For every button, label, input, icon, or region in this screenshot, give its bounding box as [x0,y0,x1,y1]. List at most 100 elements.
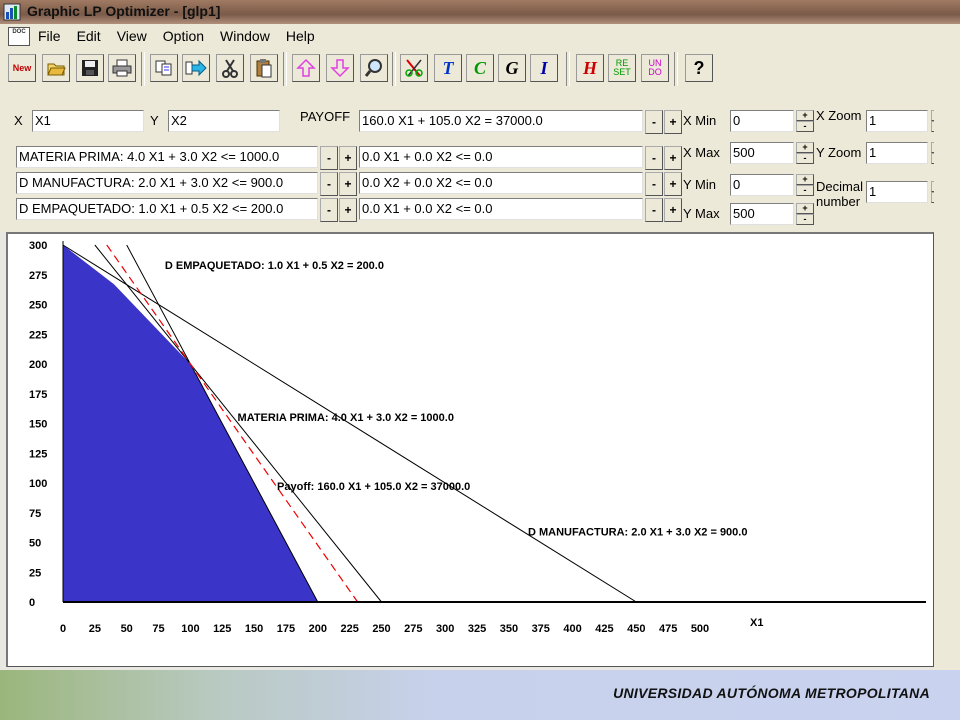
move-up-button[interactable] [292,54,320,82]
clipboard-icon [255,58,273,78]
document-icon[interactable]: DOC [8,27,30,46]
menu-file[interactable]: File [38,28,69,44]
help-h-button[interactable]: H [576,54,604,82]
range-label: Y Min [683,177,716,192]
decimal-number-input[interactable]: 1 [866,181,928,203]
y-tick-label: 150 [29,419,47,431]
extra-constraint-input[interactable]: 0.0 X1 + 0.0 X2 <= 0.0 [359,146,643,168]
controls-panel: X X1 Y X2 PAYOFF 160.0 X1 + 105.0 X2 = 3… [0,90,960,232]
menu-view[interactable]: View [117,28,155,44]
move-down-button[interactable] [326,54,354,82]
window-title: Graphic LP Optimizer - [glp1] [27,3,221,19]
range-input[interactable]: 500 [730,203,794,225]
undo-button[interactable]: UN DO [641,54,669,82]
open-folder-icon [46,59,66,77]
extra-constraint-minus-button[interactable]: - [645,198,663,222]
range-spinner[interactable]: + - [796,174,814,198]
spin-up-button[interactable]: + [796,174,814,185]
range-input[interactable]: 0 [730,174,794,196]
x-variable-input[interactable]: X1 [32,110,144,132]
payoff-input[interactable]: 160.0 X1 + 105.0 X2 = 37000.0 [359,110,643,132]
range-spinner[interactable]: + - [796,142,814,166]
constraint-minus-button[interactable]: - [320,198,338,222]
x-tick-label: 225 [340,623,358,635]
reset-label: RE SET [613,58,631,77]
range-input[interactable]: 0 [730,110,794,132]
y-tick-label: 75 [29,508,41,520]
range-label: Y Max [683,206,720,221]
graph-button[interactable]: G [498,54,526,82]
lp-graph[interactable]: D EMPAQUETADO: 1.0 X1 + 0.5 X2 = 200.0 MA… [8,234,933,666]
down-arrow-outline-icon [329,58,351,78]
extra-constraint-plus-button[interactable]: + [664,198,682,222]
spin-up-button[interactable]: + [796,142,814,153]
spin-down-button[interactable]: - [796,214,814,225]
spin-down-button[interactable]: - [796,153,814,164]
toolbar-separator [141,52,145,86]
toolbar-separator [392,52,396,86]
menu-window[interactable]: Window [220,28,278,44]
up-arrow-outline-icon [295,58,317,78]
y-zoom-input[interactable]: 1 [866,142,928,164]
save-button[interactable] [76,54,104,82]
constraint-minus-button[interactable]: - [320,146,338,170]
title-label: T [442,57,454,78]
help-q-button[interactable]: ? [685,54,713,82]
constraint-plus-button[interactable]: + [339,146,357,170]
print-button[interactable] [108,54,136,82]
extra-constraint-input[interactable]: 0.0 X2 + 0.0 X2 <= 0.0 [359,172,643,194]
toolbar-separator [674,52,678,86]
x-tick-label: 300 [436,623,454,635]
constraint-minus-button[interactable]: - [320,172,338,196]
new-button[interactable]: New [8,54,36,82]
constraint-input[interactable]: D MANUFACTURA: 2.0 X1 + 3.0 X2 <= 900.0 [16,172,318,194]
payoff-plus-button[interactable]: + [664,110,682,134]
help-h-label: H [582,57,597,78]
constraint-plus-button[interactable]: + [339,172,357,196]
x-tick-label: 450 [627,623,645,635]
range-input[interactable]: 500 [730,142,794,164]
range-label: X Min [683,113,717,128]
extra-constraint-minus-button[interactable]: - [645,146,663,170]
range-spinner[interactable]: + - [796,203,814,227]
paste-button[interactable] [250,54,278,82]
x-zoom-input[interactable]: 1 [866,110,928,132]
extra-constraint-plus-button[interactable]: + [664,172,682,196]
y-tick-label: 275 [29,270,47,282]
spin-up-button[interactable]: + [796,110,814,121]
spin-down-button[interactable]: - [796,121,814,132]
menu-edit[interactable]: Edit [77,28,109,44]
arrow-right-icon [185,59,207,77]
zoom-button[interactable] [360,54,388,82]
title-button[interactable]: T [434,54,462,82]
paste-arrow-button[interactable] [182,54,210,82]
extra-constraint-plus-button[interactable]: + [664,146,682,170]
constraint-button[interactable]: C [466,54,494,82]
spin-down-button[interactable]: - [796,185,814,196]
payoff-minus-button[interactable]: - [645,110,663,134]
constraint-input[interactable]: MATERIA PRIMA: 4.0 X1 + 3.0 X2 <= 1000.0 [16,146,318,168]
constraint-plus-button[interactable]: + [339,198,357,222]
reset-button[interactable]: RE SET [608,54,636,82]
x-tick-label: 425 [595,623,613,635]
y-variable-input[interactable]: X2 [168,110,280,132]
range-spinner[interactable]: + - [796,110,814,134]
extra-constraint-input[interactable]: 0.0 X1 + 0.0 X2 <= 0.0 [359,198,643,220]
open-button[interactable] [42,54,70,82]
constraint-input[interactable]: D EMPAQUETADO: 1.0 X1 + 0.5 X2 <= 200.0 [16,198,318,220]
extra-constraint-minus-button[interactable]: - [645,172,663,196]
info-button[interactable]: I [530,54,558,82]
y-zoom-label: Y Zoom [816,145,862,160]
copy-button[interactable] [150,54,178,82]
menu-help[interactable]: Help [286,28,323,44]
spin-up-button[interactable]: + [796,203,814,214]
magnifier-icon [364,58,384,78]
x-tick-label: 250 [372,623,390,635]
cut-button[interactable] [216,54,244,82]
cut-red-button[interactable] [400,54,428,82]
x-tick-label: 200 [309,623,327,635]
y-tick-label: 125 [29,448,47,460]
footer-text: UNIVERSIDAD AUTÓNOMA METROPOLITANA [613,685,930,701]
red-scissors-icon [403,58,425,78]
menu-option[interactable]: Option [163,28,212,44]
